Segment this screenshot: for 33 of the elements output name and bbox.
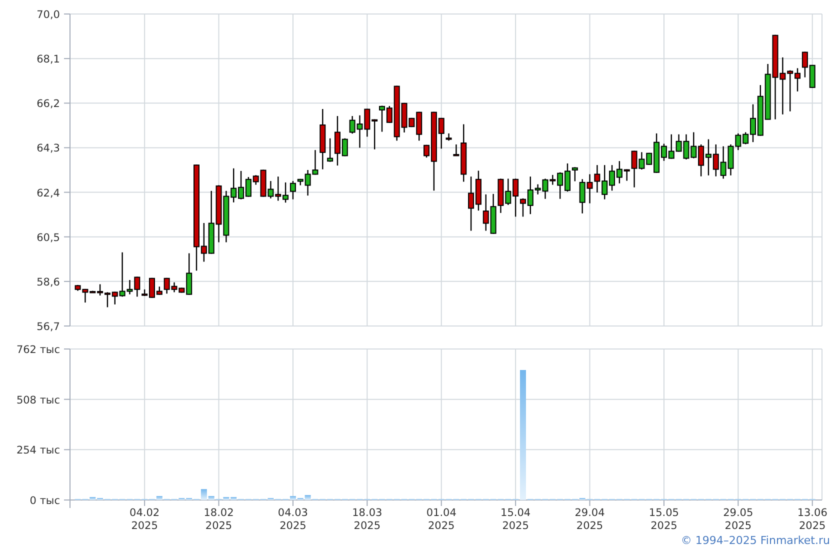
axis-label: 58,6 <box>36 276 60 288</box>
axis-label: 04.03 <box>278 507 308 519</box>
axis-label: 62,4 <box>36 187 60 200</box>
axis-label: 2025 <box>798 520 826 530</box>
axis-label: 29.04 <box>574 507 605 519</box>
axis-label: 70,0 <box>36 9 60 21</box>
axis-label: 2025 <box>131 520 158 530</box>
axis-label: 762 тыс <box>16 344 60 356</box>
axis-label: 04.02 <box>130 507 160 519</box>
axis-label: 0 тыс <box>30 495 60 507</box>
axis-label: 2025 <box>502 520 529 530</box>
axis-label: 2025 <box>428 520 455 530</box>
axis-label: 2025 <box>354 520 381 530</box>
axis-label: 56,7 <box>36 321 60 333</box>
axis-label: 254 тыс <box>16 444 60 457</box>
axis-label: 2025 <box>576 520 604 530</box>
axis-label: 13.06 <box>797 507 828 519</box>
axis-label: 15.05 <box>648 507 679 519</box>
axis-label: 508 тыс <box>16 394 60 406</box>
axis-label: 64,3 <box>36 142 60 155</box>
axis-label: 18.03 <box>352 507 382 519</box>
axis-label: 60,5 <box>36 232 60 244</box>
axis-label: 2025 <box>650 520 678 530</box>
axis-label: 2025 <box>280 520 306 530</box>
axis-label: 18.02 <box>204 507 234 519</box>
axis-label: 2025 <box>724 520 752 530</box>
axis-label: 29.05 <box>723 507 754 519</box>
axis-label: 66,2 <box>36 98 60 110</box>
axis-label: 2025 <box>205 520 232 530</box>
copyright-link[interactable]: © 1994–2025 Finmarket.ru <box>680 534 830 546</box>
axis-label: 68,1 <box>36 54 60 66</box>
axis-label: 01.04 <box>426 507 456 519</box>
axis-label: 15.04 <box>500 507 531 519</box>
